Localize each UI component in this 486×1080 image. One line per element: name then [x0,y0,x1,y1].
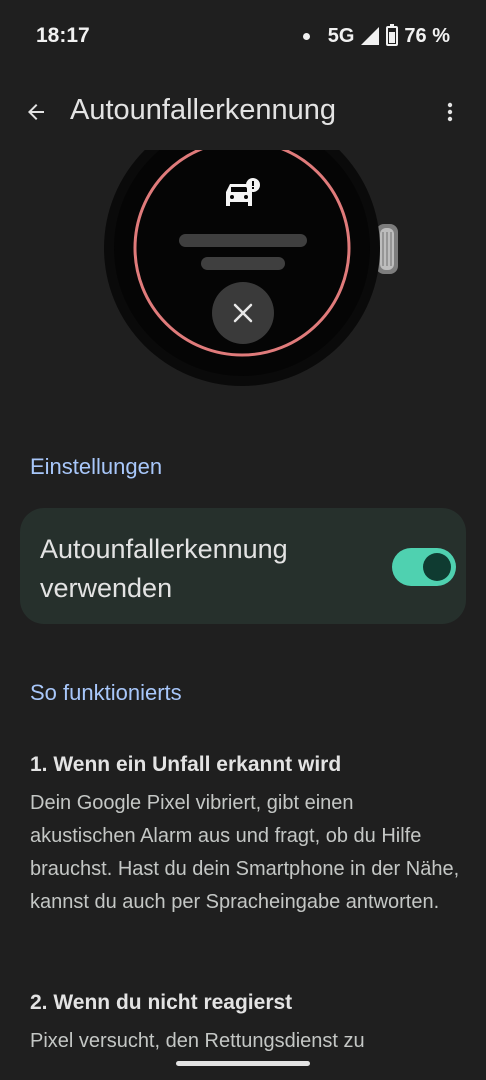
step-title: 2. Wenn du nicht reagierst [30,991,293,1014]
status-bar: 18:17 5G 76 % [0,0,486,72]
crash-detection-toggle-row[interactable]: Autounfallerkennung verwenden [20,508,466,624]
page-title: Autounfallerkennung [70,94,337,126]
placeholder-line [201,257,285,270]
back-button[interactable] [16,92,56,132]
status-icons: 5G 76 % [302,24,450,48]
switch-knob [423,553,451,581]
battery-percent: 76 % [404,24,450,47]
network-type: 5G [327,24,355,47]
toggle-label: Autounfallerkennung verwenden [40,534,288,603]
home-indicator[interactable] [176,1061,310,1066]
more-vert-icon [447,102,453,122]
notification-dot-icon [302,32,310,40]
app-bar: Autounfallerkennung [0,80,486,144]
step-title: 1. Wenn ein Unfall erkannt wird [30,753,342,776]
step-description: Pixel versucht, den Rettungsdienst zu [30,1030,365,1052]
watch-illustration [0,150,486,400]
signal-icon [361,27,380,45]
more-options-button[interactable] [430,92,470,132]
placeholder-line [179,234,307,247]
arrow-back-icon [28,104,44,120]
step-description: Dein Google Pixel vibriert, gibt einen a… [30,792,460,913]
section-header-settings: Einstellungen [30,454,163,479]
status-time: 18:17 [36,24,90,47]
battery-icon [386,24,399,46]
crash-detection-switch[interactable] [392,548,456,586]
section-header-how-it-works: So funktionierts [30,680,182,705]
